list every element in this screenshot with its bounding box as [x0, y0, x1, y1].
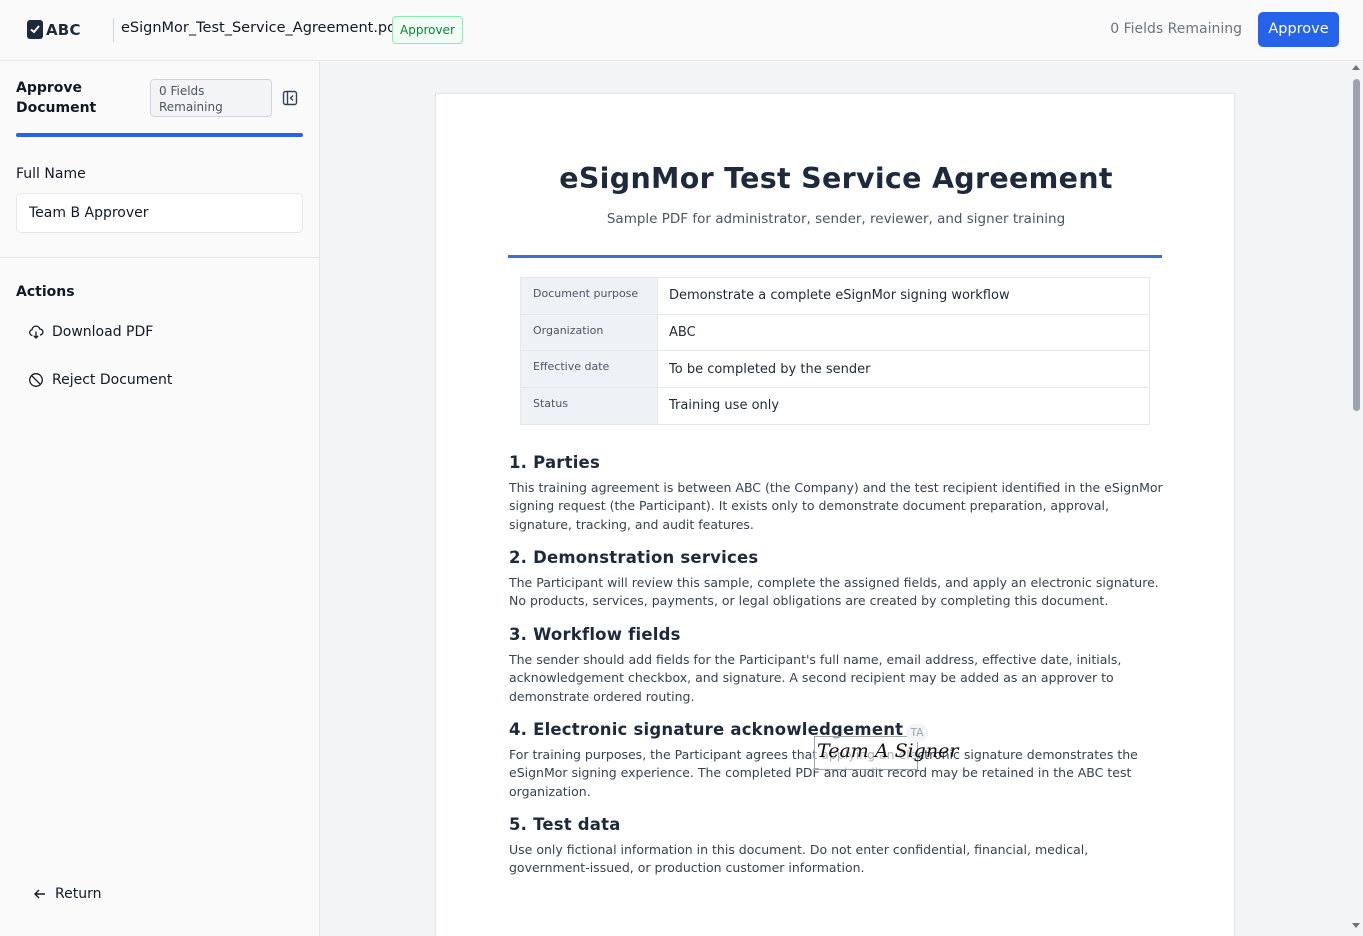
section-body: Use only fictional information in this d…	[509, 842, 1089, 876]
section-heading: 3. Workflow fields	[509, 625, 681, 644]
cloud-download-icon	[29, 325, 44, 339]
completion-progress-bar	[16, 133, 303, 137]
section-heading: 2. Demonstration services	[509, 548, 759, 567]
reject-document-label: Reject Document	[52, 372, 173, 388]
collapse-sidebar-icon[interactable]	[282, 90, 298, 106]
document-info-table: Document purpose Demonstrate a complete …	[520, 277, 1150, 425]
document-subtitle: Sample PDF for administrator, sender, re…	[606, 211, 1066, 227]
sidebar-fields-remaining-badge: 0 Fields Remaining	[150, 79, 272, 117]
sidebar-divider	[0, 257, 319, 258]
info-key: Organization	[520, 313, 658, 352]
table-row: Document purpose Demonstrate a complete …	[520, 277, 1150, 315]
signature-text: Team A Signer	[817, 740, 959, 762]
scroll-thumb[interactable]	[1353, 79, 1360, 411]
info-value: ABC	[657, 313, 1150, 352]
approve-button[interactable]: Approve	[1258, 12, 1339, 47]
section-body: The Participant will review this sample,…	[509, 575, 1159, 609]
scroll-up-icon[interactable]	[1352, 65, 1360, 70]
logo-text: ABC	[46, 20, 81, 39]
scroll-down-icon[interactable]	[1352, 923, 1360, 928]
section-workflow-fields: 3. Workflow fields The sender should add…	[509, 625, 1165, 706]
section-heading: 5. Test data	[509, 815, 621, 834]
vertical-scrollbar[interactable]	[1349, 61, 1363, 936]
document-title: eSignMor Test Service Agreement	[559, 162, 1113, 195]
top-bar: ABC eSignMor_Test_Service_Agreement.pdf …	[0, 0, 1363, 61]
arrow-left-icon	[34, 889, 45, 899]
section-demonstration-services: 2. Demonstration services The Participan…	[509, 548, 1165, 611]
ban-icon	[29, 373, 43, 387]
document-filename: eSignMor_Test_Service_Agreement.pdf	[121, 20, 402, 36]
title-rule	[508, 255, 1162, 258]
logo-mark-icon	[27, 20, 43, 39]
info-value: Training use only	[657, 387, 1150, 425]
section-parties: 1. Parties This training agreement is be…	[509, 453, 1165, 534]
table-row: Status Training use only	[520, 387, 1150, 425]
return-button[interactable]: Return	[33, 886, 101, 902]
table-row: Organization ABC	[520, 313, 1150, 352]
table-row: Effective date To be completed by the se…	[520, 350, 1150, 389]
document-viewer[interactable]: eSignMor Test Service Agreement Sample P…	[320, 61, 1363, 936]
pdf-page: eSignMor Test Service Agreement Sample P…	[435, 93, 1235, 936]
section-heading: 1. Parties	[509, 453, 600, 472]
info-value: To be completed by the sender	[657, 350, 1150, 389]
full-name-label: Full Name	[16, 166, 86, 182]
sidebar-title: Approve Document	[16, 80, 97, 116]
section-body: This training agreement is between ABC (…	[509, 480, 1163, 532]
info-key: Status	[520, 387, 658, 425]
download-pdf-button[interactable]: Download PDF	[28, 321, 153, 343]
section-test-data: 5. Test data Use only fictional informat…	[509, 815, 1165, 878]
info-value: Demonstrate a complete eSignMor signing …	[657, 277, 1150, 315]
actions-heading: Actions	[16, 284, 75, 300]
sidebar: Approve Document 0 Fields Remaining Full…	[0, 61, 320, 936]
section-body: The sender should add fields for the Par…	[509, 652, 1122, 704]
signer-initials-badge: TA	[906, 724, 928, 742]
info-key: Document purpose	[520, 277, 658, 315]
header-divider	[113, 18, 114, 42]
return-label: Return	[55, 886, 102, 902]
info-key: Effective date	[520, 350, 658, 389]
logo[interactable]: ABC	[27, 20, 81, 39]
download-pdf-label: Download PDF	[52, 324, 154, 340]
role-badge: Approver	[392, 16, 463, 44]
full-name-field[interactable]: Team B Approver	[16, 193, 303, 233]
reject-document-button[interactable]: Reject Document	[28, 369, 172, 391]
fields-remaining-status: 0 Fields Remaining	[1110, 21, 1242, 37]
